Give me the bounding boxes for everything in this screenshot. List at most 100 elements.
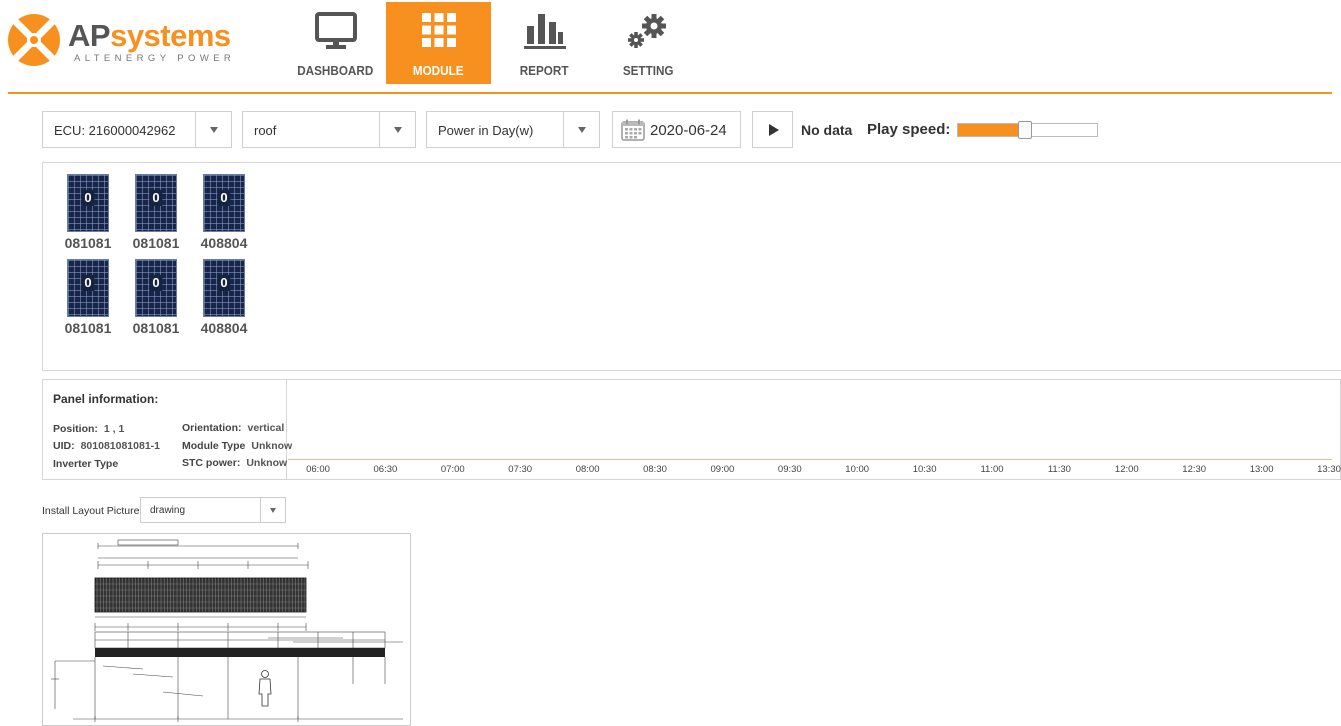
install-layout-drawing[interactable]	[42, 533, 411, 726]
panel-label: 081081	[132, 235, 180, 251]
logo-mark-icon	[8, 14, 60, 66]
x-tick-label: 13:30	[1317, 464, 1341, 475]
x-tick-label: 09:30	[777, 464, 802, 475]
chevron-down-icon[interactable]	[260, 498, 285, 522]
ecu-select[interactable]: ECU: 216000042962	[42, 111, 232, 148]
x-tick-label: 13:00	[1249, 464, 1274, 475]
x-tick-label: 06:30	[373, 464, 398, 475]
install-layout-select[interactable]: drawing	[140, 497, 286, 523]
panel-label: 408804	[200, 320, 248, 336]
panel-value: 0	[81, 190, 95, 206]
nav-setting-label: SETTING	[622, 63, 674, 78]
install-layout-label: Install Layout Picture	[42, 505, 140, 517]
calendar-icon	[621, 119, 645, 141]
uid-value: 801081081081-1	[80, 440, 161, 452]
brand-name-b: systems	[110, 18, 231, 53]
uid-label: UID:	[53, 440, 75, 452]
solar-panel[interactable]: 0	[135, 259, 177, 317]
play-speed-fill	[958, 124, 1025, 136]
technical-drawing-image	[51, 539, 403, 722]
view-select-value: roof	[254, 123, 277, 138]
x-tick-label: 07:30	[508, 464, 533, 475]
nav-report[interactable]: REPORT	[491, 2, 598, 84]
power-chart: 06:00 06:30 07:00 07:30 08:00 08:30 09:00 09:30…	[288, 380, 1341, 479]
x-tick-label: 10:00	[845, 464, 870, 475]
stc-label: STC power:	[182, 457, 241, 469]
solar-panel[interactable]: 0	[135, 174, 177, 232]
x-tick-label: 11:00	[980, 464, 1004, 475]
nav-dashboard[interactable]: DASHBOARD	[285, 2, 386, 84]
position-row: Position: 1 , 1	[53, 423, 124, 435]
inverter-row: Inverter Type	[53, 458, 118, 470]
x-tick-label: 12:30	[1182, 464, 1207, 475]
nav-dashboard-label: DASHBOARD	[297, 63, 374, 78]
header-divider	[8, 92, 1332, 94]
nav-report-label: REPORT	[520, 63, 569, 78]
view-select[interactable]: roof	[242, 111, 416, 148]
ecu-select-value: ECU: 216000042962	[54, 123, 176, 138]
stc-row: STC power: Unknow	[182, 457, 287, 469]
grid-icon	[421, 13, 456, 47]
brand-name-a: AP	[68, 18, 111, 53]
position-label: Position:	[53, 423, 98, 435]
module-type-value: Unknow	[251, 440, 293, 452]
metric-select[interactable]: Power in Day(w)	[426, 111, 600, 148]
panel-value: 0	[149, 190, 163, 206]
uid-row: UID: 801081081081-1	[53, 440, 160, 452]
panel-value: 0	[217, 190, 231, 206]
orientation-value: vertical	[247, 422, 285, 434]
solar-panel[interactable]: 0	[67, 259, 109, 317]
solar-panel[interactable]: 0	[67, 174, 109, 232]
panel-value: 0	[81, 275, 95, 291]
solar-panel[interactable]: 0	[203, 174, 245, 232]
panel-value: 0	[217, 275, 231, 291]
x-tick-label: 10:30	[912, 464, 937, 475]
app-header: APsystems ALTENERGY POWER DASHBOARD MODU…	[0, 0, 1341, 94]
orientation-label: Orientation:	[182, 422, 242, 434]
gears-icon	[628, 14, 666, 48]
nav-module[interactable]: MODULE	[386, 2, 491, 84]
metric-select-value: Power in Day(w)	[438, 123, 534, 138]
main-nav: DASHBOARD MODULE REPORT SETTING	[285, 2, 698, 84]
panel-label: 408804	[200, 235, 248, 251]
position-value: 1 , 1	[103, 423, 125, 435]
play-speed-slider[interactable]	[957, 121, 1098, 139]
x-tick-label: 07:00	[440, 464, 465, 475]
play-speed-handle[interactable]	[1018, 121, 1032, 139]
nav-setting[interactable]: SETTING	[598, 2, 698, 84]
panel-info: Panel information: Position: 1 , 1 UID: 80…	[43, 380, 292, 479]
panel-label: 081081	[64, 320, 112, 336]
module-type-row: Module Type Unknow	[182, 440, 292, 452]
x-tick-label: 12:00	[1114, 464, 1139, 475]
chevron-down-icon[interactable]	[379, 112, 415, 147]
monitor-icon	[314, 12, 357, 49]
panel-label: 081081	[64, 235, 112, 251]
x-tick-label: 09:00	[710, 464, 735, 475]
x-tick-label: 06:00	[306, 464, 330, 475]
x-tick-label: 11:30	[1047, 464, 1071, 475]
chevron-down-icon[interactable]	[563, 112, 599, 147]
apsystems-logo[interactable]: APsystems ALTENERGY POWER	[6, 10, 246, 72]
status-text: No data	[801, 122, 853, 138]
play-speed-label: Play speed:	[867, 121, 951, 138]
chevron-down-icon[interactable]	[195, 112, 231, 147]
stc-value: Unknow	[246, 457, 288, 469]
install-layout-select-value: drawing	[150, 505, 186, 516]
solar-panel[interactable]: 0	[203, 259, 245, 317]
inverter-label: Inverter Type	[53, 458, 119, 470]
module-map: 0 081081 0 081081 0 408804 0 081081 0 081081 0 4088…	[42, 162, 1341, 371]
orientation-row: Orientation: vertical	[182, 422, 284, 434]
chart-x-axis	[288, 459, 1332, 460]
nav-module-label: MODULE	[413, 63, 464, 78]
x-tick-label: 08:00	[575, 464, 600, 475]
play-button[interactable]	[752, 111, 793, 148]
panel-info-title: Panel information:	[53, 392, 159, 406]
date-value: 2020-06-24	[650, 122, 727, 139]
bar-chart-icon	[523, 14, 566, 49]
panel-info-area: Panel information: Position: 1 , 1 UID: 80…	[42, 379, 1341, 480]
date-picker[interactable]: 2020-06-24	[612, 111, 741, 148]
module-type-label: Module Type	[182, 440, 246, 452]
panel-value: 0	[149, 275, 163, 291]
x-tick-label: 08:30	[643, 464, 667, 475]
panel-label: 081081	[132, 320, 180, 336]
